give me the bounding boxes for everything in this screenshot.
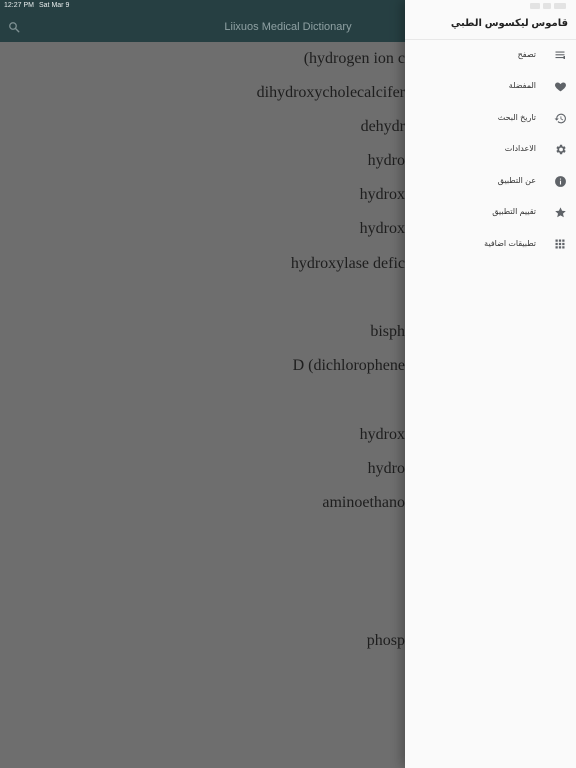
menu-item-favorites[interactable]: المفضلة xyxy=(405,73,576,99)
heart-icon xyxy=(553,79,567,93)
menu-label: تصفح xyxy=(517,50,536,59)
menu-label: المفضلة xyxy=(508,81,536,90)
list-item[interactable]: hydroxylase defic xyxy=(0,255,405,273)
list-item[interactable]: hydro xyxy=(0,152,405,170)
navigation-drawer: قاموس ليكسوس الطبي تصفح المفضلة تاريخ ال… xyxy=(405,0,576,768)
status-date: Sat Mar 9 xyxy=(39,2,70,9)
list-item[interactable]: hydrox xyxy=(0,220,405,238)
list-item[interactable]: bisph xyxy=(0,323,405,341)
list-item[interactable]: dehydr xyxy=(0,118,405,136)
drawer-title: قاموس ليكسوس الطبي xyxy=(450,18,568,29)
list-item[interactable]: dihydroxycholecalcifer xyxy=(0,84,405,102)
list-item[interactable]: phosp xyxy=(0,632,405,650)
menu-label: تاريخ البحث xyxy=(497,113,536,122)
history-icon xyxy=(553,111,567,125)
menu-label: عن التطبيق xyxy=(497,176,536,185)
status-time: 12:27 PM xyxy=(4,2,34,9)
menu-item-about[interactable]: عن التطبيق xyxy=(405,168,576,194)
menu-item-history[interactable]: تاريخ البحث xyxy=(405,105,576,131)
menu-item-settings[interactable]: الاعدادات xyxy=(405,136,576,162)
apps-grid-icon xyxy=(553,237,567,251)
list-item[interactable]: D (dichlorophene xyxy=(0,357,405,375)
list-icon xyxy=(553,48,567,62)
screen: 12:27 PM Sat Mar 9 Liixuos Medical Dicti… xyxy=(0,0,576,768)
menu-item-rate[interactable]: تقييم التطبيق xyxy=(405,199,576,225)
list-item[interactable]: hydrox xyxy=(0,186,405,204)
gear-icon xyxy=(553,142,567,156)
menu-item-more-apps[interactable]: تطبيقات اضافية xyxy=(405,231,576,257)
drawer-status-icons xyxy=(530,3,566,9)
list-item[interactable]: hydrox xyxy=(0,426,405,444)
menu-item-browse[interactable]: تصفح xyxy=(405,42,576,68)
menu-label: تطبيقات اضافية xyxy=(484,239,536,248)
list-item[interactable]: aminoethano xyxy=(0,494,405,512)
menu-label: تقييم التطبيق xyxy=(492,207,536,216)
info-icon xyxy=(553,174,567,188)
list-item[interactable]: hydro xyxy=(0,460,405,478)
drawer-header: قاموس ليكسوس الطبي xyxy=(405,12,576,40)
menu-label: الاعدادات xyxy=(504,144,536,153)
list-item[interactable]: (hydrogen ion c xyxy=(0,50,405,68)
star-icon xyxy=(553,205,567,219)
